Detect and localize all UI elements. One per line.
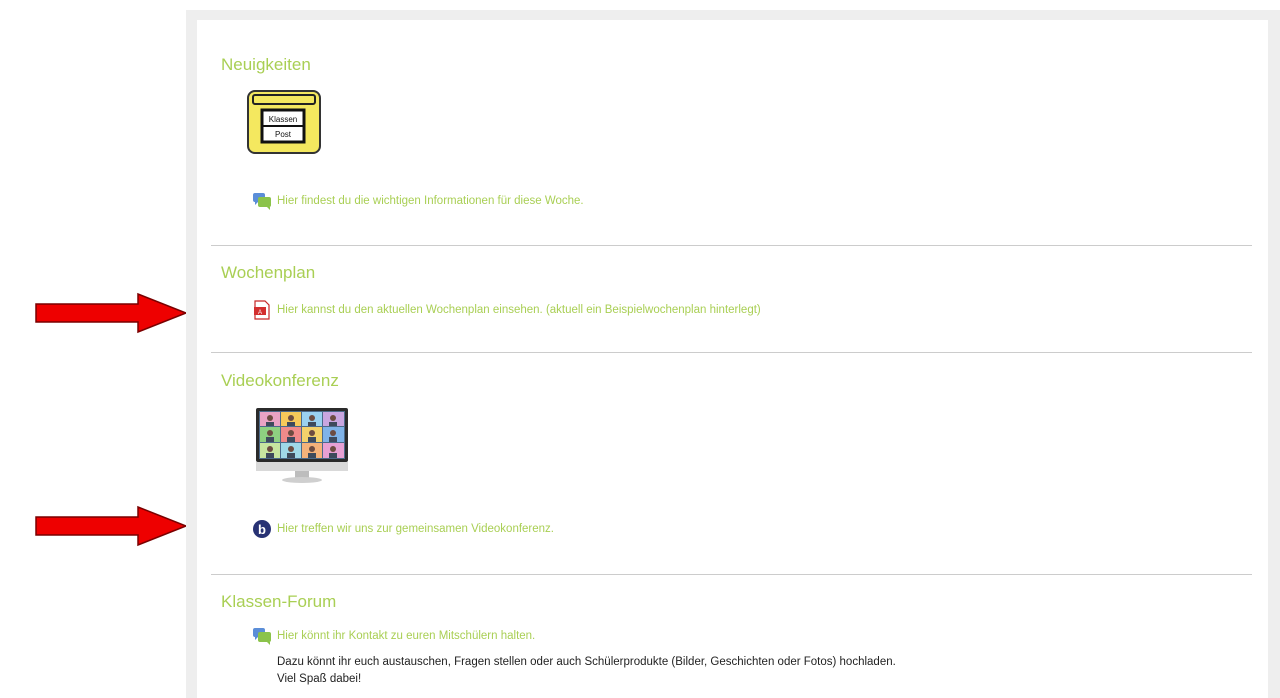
forum-description-line: Viel Spaß dabei! [277, 673, 362, 685]
forum-description: Dazu könnt ihr euch austauschen, Fragen … [277, 654, 896, 688]
pdf-file-icon: A [252, 300, 272, 320]
forum-description-line: Dazu könnt ihr euch austauschen, Fragen … [277, 656, 896, 668]
weekplan-pdf-link[interactable]: A Hier kannst du den aktuellen Wochenpla… [252, 300, 761, 320]
svg-text:A: A [258, 310, 262, 316]
divider [211, 245, 1252, 246]
annotation-arrow-video [35, 505, 189, 547]
weekplan-link-text: Hier kannst du den aktuellen Wochenplan … [277, 304, 761, 316]
divider [211, 352, 1252, 353]
svg-text:b: b [258, 522, 266, 537]
course-content: Neuigkeiten Klassen Post Hier findest du… [197, 20, 1268, 698]
section-title-forum: Klassen-Forum [221, 592, 337, 611]
svg-text:Klassen: Klassen [269, 115, 297, 124]
video-conference-monitor-image [256, 408, 348, 483]
news-forum-link[interactable]: Hier findest du die wichtigen Informatio… [252, 191, 584, 211]
section-title-video: Videokonferenz [221, 371, 339, 390]
forum-bubbles-icon [252, 191, 272, 211]
divider [211, 574, 1252, 575]
forum-link-text: Hier könnt ihr Kontakt zu euren Mitschül… [277, 630, 536, 642]
section-title-weekplan: Wochenplan [221, 263, 316, 282]
section-title-news: Neuigkeiten [221, 55, 311, 74]
class-forum-link[interactable]: Hier könnt ihr Kontakt zu euren Mitschül… [252, 626, 535, 646]
news-link-text: Hier findest du die wichtigen Informatio… [277, 195, 584, 207]
svg-text:Post: Post [275, 130, 292, 139]
klassen-post-mailbox-image: Klassen Post [247, 90, 321, 154]
forum-bubbles-icon [252, 626, 272, 646]
videoconference-link[interactable]: b Hier treffen wir uns zur gemeinsamen V… [252, 519, 554, 539]
annotation-arrow-weekplan [35, 292, 189, 334]
bigbluebutton-icon: b [252, 519, 272, 539]
video-link-text: Hier treffen wir uns zur gemeinsamen Vid… [277, 523, 554, 535]
